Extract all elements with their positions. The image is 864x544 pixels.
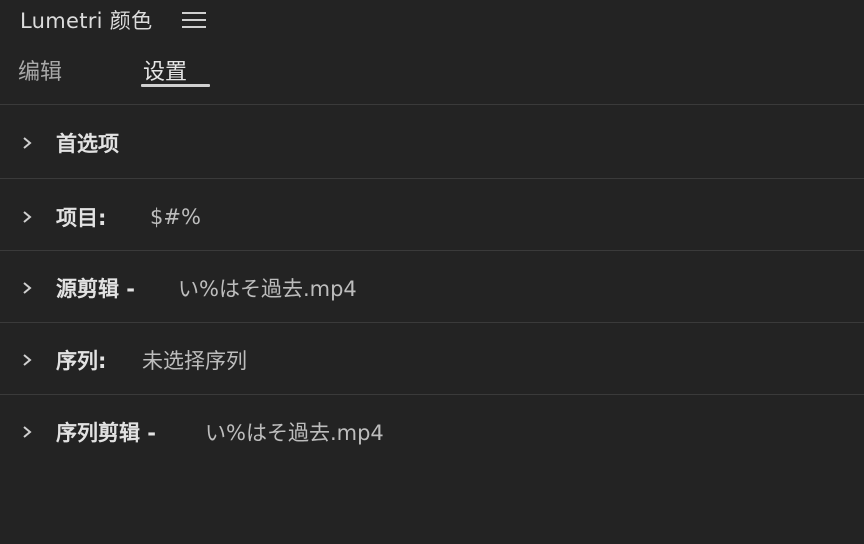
- section-label: 序列:: [56, 349, 107, 373]
- panel-title: Lumetri 颜色: [20, 9, 153, 33]
- section-value: い%はそ過去.mp4: [178, 277, 357, 301]
- section-project[interactable]: 项目: $#%: [0, 182, 864, 252]
- divider: [0, 322, 864, 323]
- chevron-right-icon[interactable]: [20, 425, 34, 439]
- section-source-clip[interactable]: 源剪辑 - い%はそ過去.mp4: [0, 253, 864, 323]
- tab-edit[interactable]: 编辑: [18, 54, 62, 86]
- divider: [0, 250, 864, 251]
- section-sequence-clip[interactable]: 序列剪辑 - い%はそ過去.mp4: [0, 397, 864, 467]
- tab-settings[interactable]: 设置: [143, 54, 187, 86]
- chevron-right-icon[interactable]: [20, 136, 34, 150]
- section-value: 未选择序列: [142, 349, 247, 373]
- divider: [0, 394, 864, 395]
- tab-bar: 编辑 设置: [0, 50, 864, 90]
- section-preferences[interactable]: 首选项: [0, 108, 864, 178]
- section-value: い%はそ過去.mp4: [205, 421, 384, 445]
- hamburger-menu-icon[interactable]: [182, 12, 207, 28]
- chevron-right-icon[interactable]: [20, 210, 34, 224]
- section-value: $#%: [150, 205, 201, 229]
- chevron-right-icon[interactable]: [20, 281, 34, 295]
- panel-header: Lumetri 颜色: [20, 4, 207, 36]
- chevron-right-icon[interactable]: [20, 353, 34, 367]
- section-label: 项目:: [56, 206, 107, 230]
- section-sequence[interactable]: 序列: 未选择序列: [0, 325, 864, 395]
- active-tab-indicator: [141, 84, 210, 87]
- section-label: 首选项: [56, 132, 119, 156]
- section-label: 源剪辑 -: [56, 277, 136, 301]
- divider: [0, 178, 864, 179]
- divider: [0, 104, 864, 105]
- section-label: 序列剪辑 -: [56, 421, 157, 445]
